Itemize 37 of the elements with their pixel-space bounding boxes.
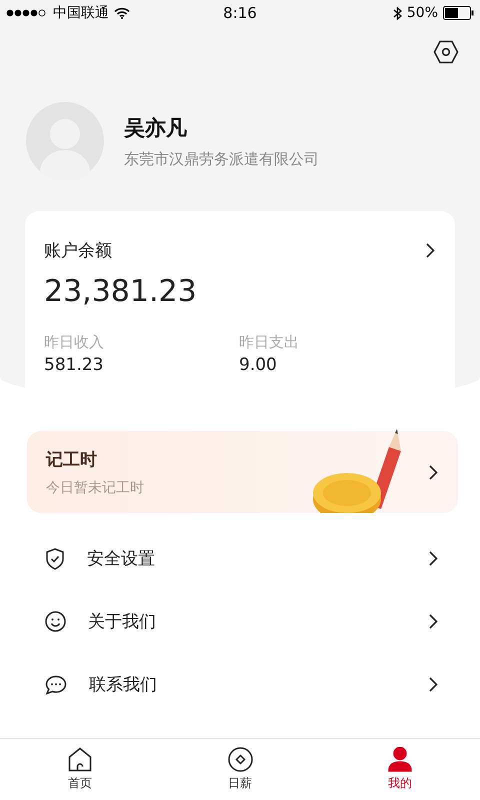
stat-value: 581.23 bbox=[44, 355, 104, 375]
menu-item[interactable]: 安全设置 bbox=[45, 527, 438, 590]
wifi-icon bbox=[114, 7, 130, 19]
person-icon bbox=[388, 747, 412, 772]
chat-icon bbox=[45, 674, 67, 694]
stat-label: 昨日收入 bbox=[44, 333, 105, 352]
settings-icon[interactable] bbox=[433, 40, 459, 64]
clock-time: 8:16 bbox=[223, 4, 257, 22]
chevron-right-icon bbox=[429, 464, 438, 480]
user-name: 吴亦凡 bbox=[124, 114, 188, 142]
bluetooth-icon bbox=[392, 6, 402, 20]
work-hours-title: 记工时 bbox=[46, 448, 98, 470]
company-name: 东莞市汉鼎劳务派遣有限公司 bbox=[124, 150, 319, 168]
balance-title: 账户余额 bbox=[44, 240, 112, 262]
chevron-right-icon bbox=[429, 614, 438, 629]
stat-label: 昨日支出 bbox=[239, 333, 300, 352]
balance-amount: 23,381.23 bbox=[44, 274, 198, 309]
tab[interactable]: 首页 bbox=[0, 739, 160, 800]
shield-check-icon bbox=[45, 548, 65, 570]
tab[interactable]: 我的 bbox=[320, 739, 480, 800]
chevron-right-icon bbox=[426, 243, 435, 258]
menu-item[interactable]: 联系我们 bbox=[45, 653, 438, 716]
coin-icon bbox=[228, 747, 252, 772]
balance-card[interactable]: 账户余额 23,381.23 昨日收入 581.23 昨日支出 9.00 bbox=[25, 211, 455, 401]
work-hours-card[interactable]: 记工时 今日暂未记工时 bbox=[27, 431, 458, 513]
signal-icon bbox=[6, 9, 48, 17]
battery-percent: 50% bbox=[406, 5, 438, 21]
home-icon bbox=[68, 747, 92, 772]
battery-icon bbox=[443, 6, 474, 20]
chevron-right-icon bbox=[429, 677, 438, 692]
work-hours-status: 今日暂未记工时 bbox=[46, 478, 145, 496]
tab[interactable]: 日薪 bbox=[160, 739, 320, 800]
chevron-right-icon bbox=[429, 551, 438, 566]
carrier-name: 中国联通 bbox=[53, 4, 109, 22]
stat-value: 9.00 bbox=[239, 355, 278, 375]
smile-icon bbox=[45, 611, 66, 632]
menu-item[interactable]: 关于我们 bbox=[45, 590, 438, 653]
